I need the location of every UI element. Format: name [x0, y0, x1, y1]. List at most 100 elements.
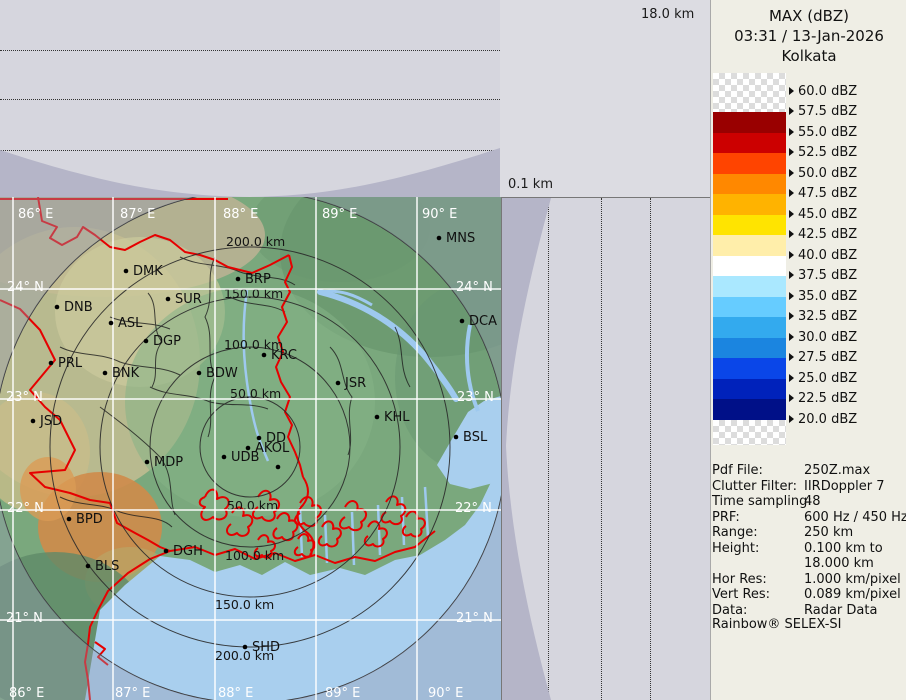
radar-display-window: 18.0 km 0.1 km — [0, 0, 906, 700]
beam-shadow-top — [0, 0, 500, 197]
scale-tick-arrow-icon — [789, 148, 794, 156]
legend-title-block: MAX (dBZ) 03:31 / 13-Jan-2026 Kolkata — [711, 6, 906, 66]
dbz-scale-label: 52.5 dBZ — [789, 145, 857, 160]
dbz-scale-label: 45.0 dBZ — [789, 207, 857, 222]
city-code-label: KRC — [271, 348, 297, 363]
height-axis-max-label: 18.0 km — [641, 7, 694, 22]
city-dot — [49, 361, 54, 366]
parallel-label: 21° N — [6, 611, 43, 626]
metadata-label: Height: — [712, 541, 759, 557]
parallel-label: 23° N — [457, 390, 494, 405]
colorbar-block — [713, 358, 786, 379]
city-dot — [243, 645, 248, 650]
dbz-scale-label: 37.5 dBZ — [789, 268, 857, 283]
meridian-label: 90° E — [428, 686, 463, 700]
scale-tick-arrow-icon — [789, 271, 794, 279]
parallel-label: 24° N — [456, 280, 493, 295]
product-title: MAX (dBZ) — [711, 6, 906, 26]
scale-tick-arrow-icon — [789, 210, 794, 218]
metadata-row: Data:Radar Data — [712, 603, 906, 619]
meridian-label: 86° E — [18, 207, 53, 222]
metadata-value: IIRDoppler 7 — [804, 479, 885, 495]
dbz-scale-label: 60.0 dBZ — [789, 84, 857, 99]
scale-tick-arrow-icon — [789, 189, 794, 197]
meridian-label: 88° E — [218, 686, 253, 700]
city-dot — [145, 460, 150, 465]
dbz-scale-label: 42.5 dBZ — [789, 227, 857, 242]
metadata-label: Data: — [712, 603, 747, 619]
city-code-label: BRP — [245, 272, 271, 287]
parallel-label: 21° N — [456, 611, 493, 626]
city-dot — [124, 269, 129, 274]
metadata-label: Vert Res: — [712, 587, 770, 603]
city-dot — [257, 436, 262, 441]
scale-tick-arrow-icon — [789, 353, 794, 361]
colorbar-block — [713, 256, 786, 277]
colorbar-block — [713, 194, 786, 215]
city-code-label: DNB — [64, 300, 93, 315]
dbz-scale-label: 20.0 dBZ — [789, 412, 857, 427]
dbz-scale-label: 47.5 dBZ — [789, 186, 857, 201]
scale-tick-arrow-icon — [789, 87, 794, 95]
city-code-label: DGH — [173, 544, 203, 559]
colorbar-block — [713, 297, 786, 318]
meridian-label: 89° E — [325, 686, 360, 700]
dbz-scale-label: 22.5 dBZ — [789, 391, 857, 406]
metadata-value: 250Z.max — [804, 463, 870, 479]
city-dot — [197, 371, 202, 376]
city-dot — [144, 339, 149, 344]
city-dot — [222, 455, 227, 460]
metadata-value: 0.100 km to — [804, 541, 883, 557]
city-dot — [460, 319, 465, 324]
colorbar-block — [713, 379, 786, 400]
scale-tick-arrow-icon — [789, 230, 794, 238]
meridian-label: 87° E — [120, 207, 155, 222]
city-code-label: BDW — [206, 366, 238, 381]
city-code-label: BPD — [76, 512, 103, 527]
city-code-label: MNS — [446, 231, 475, 246]
scale-tick-arrow-icon — [789, 415, 794, 423]
profile-axis-corner: 18.0 km 0.1 km — [500, 0, 710, 198]
metadata-label: Range: — [712, 525, 758, 541]
meridian-label: 87° E — [115, 686, 150, 700]
dbz-scale-label: 30.0 dBZ — [789, 330, 857, 345]
metadata-value: 600 Hz / 450 Hz — [804, 510, 906, 526]
city-dot — [336, 381, 341, 386]
metadata-row: Time sampling:48 — [712, 494, 906, 510]
product-datetime: 03:31 / 13-Jan-2026 — [711, 26, 906, 46]
range-ring-label: 200.0 km — [226, 234, 285, 249]
city-code-label: SHD — [252, 640, 280, 655]
colorbar-block — [713, 399, 786, 420]
city-dot — [375, 415, 380, 420]
city-dot — [164, 549, 169, 554]
station-name: Kolkata — [711, 46, 906, 66]
city-dot — [437, 236, 442, 241]
metadata-label: PRF: — [712, 510, 740, 526]
city-dot — [86, 564, 91, 569]
city-dot — [109, 321, 114, 326]
dbz-scale-label: 57.5 dBZ — [789, 104, 857, 119]
colorbar-block — [713, 317, 786, 338]
scale-tick-arrow-icon — [789, 333, 794, 341]
metadata-row: Height: 0.100 km to — [712, 541, 906, 557]
city-code-label: DGP — [153, 334, 181, 349]
city-code-label: AKOL — [255, 441, 290, 456]
radar-map: 200.0 km150.0 km100.0 km50.0 km50.0 km10… — [0, 197, 501, 700]
city-code-label: ASL — [118, 316, 143, 331]
scale-tick-arrow-icon — [789, 292, 794, 300]
metadata-row: PRF: 600 Hz / 450 Hz — [712, 510, 906, 526]
range-ring-label: 100.0 km — [225, 548, 284, 563]
metadata-label: Time sampling: — [712, 494, 812, 510]
metadata-value: 0.089 km/pixel — [804, 587, 901, 603]
colorbar-block — [713, 215, 786, 236]
scale-tick-arrow-icon — [789, 107, 794, 115]
parallel-label: 22° N — [455, 501, 492, 516]
colorbar-block — [713, 338, 786, 359]
meridian-label: 90° E — [422, 207, 457, 222]
scale-tick-arrow-icon — [789, 394, 794, 402]
city-code-label: UDB — [231, 450, 259, 465]
scale-tick-arrow-icon — [789, 374, 794, 382]
city-dot — [166, 297, 171, 302]
metadata-value: 1.000 km/pixel — [804, 572, 901, 588]
city-code-label: DMK — [133, 264, 163, 279]
